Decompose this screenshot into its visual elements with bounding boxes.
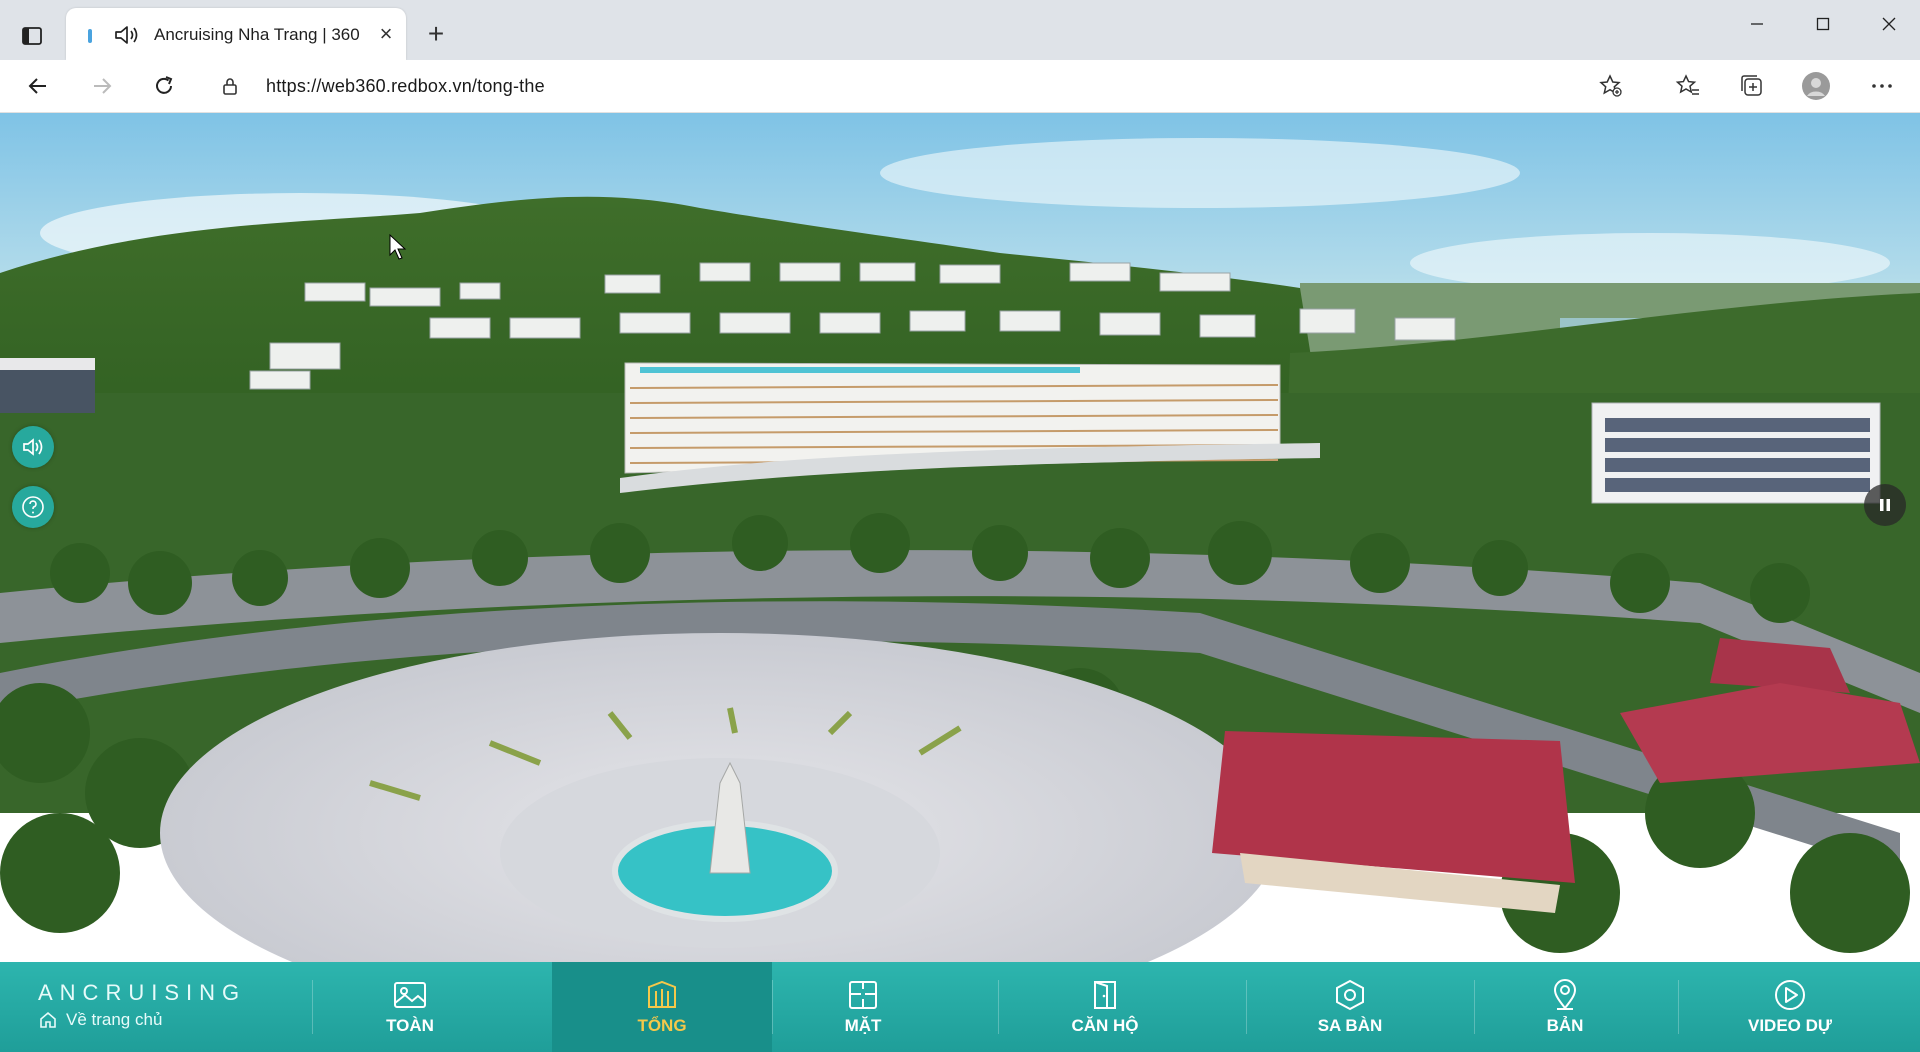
map-pin-icon (1548, 978, 1582, 1012)
cloud (880, 138, 1520, 208)
model-icon (1333, 978, 1367, 1012)
home-link[interactable]: Về trang chủ (38, 1010, 298, 1030)
arrow-left-icon (28, 78, 46, 94)
collections-button[interactable] (1734, 68, 1770, 104)
image-icon (393, 978, 427, 1012)
add-favorite-icon[interactable] (1598, 73, 1624, 99)
browser-toolbar: https://web360.redbox.vn/tong-the (0, 60, 1920, 113)
browser-tab[interactable]: Ancruising Nha Trang | 360 × (66, 8, 406, 60)
maximize-button[interactable] (1800, 8, 1846, 40)
panorama-viewer[interactable] (0, 113, 1920, 962)
avatar (1802, 72, 1830, 100)
nav-item-mat[interactable]: MẶT (790, 962, 936, 1052)
nav-item-sa-ban[interactable]: SA BÀN (1280, 962, 1420, 1052)
nav-divider (1474, 980, 1475, 1034)
nav-divider (772, 980, 773, 1034)
nav-divider (998, 980, 999, 1034)
nav-item-label: VIDEO DỰ (1747, 1016, 1832, 1035)
resort-aerial-render (0, 113, 1920, 962)
profile-button[interactable] (1798, 68, 1834, 104)
nav-item-video[interactable]: VIDEO DỰ (1720, 962, 1860, 1052)
back-button[interactable] (20, 68, 56, 104)
tab-actions-icon (22, 27, 42, 45)
favorites-star-icon (1675, 74, 1699, 95)
speaker-icon (23, 438, 43, 456)
more-icon (1872, 84, 1892, 88)
tab-loading-icon (88, 29, 92, 43)
refresh-icon (156, 76, 173, 94)
favorites-button[interactable] (1670, 68, 1706, 104)
sound-toggle-button[interactable] (12, 426, 54, 468)
left-building-roof (0, 358, 95, 370)
address-bar[interactable]: https://web360.redbox.vn/tong-the (206, 66, 1646, 106)
question-icon (22, 496, 44, 518)
pause-icon (1880, 499, 1890, 511)
nav-item-label: BẢN (1546, 1016, 1584, 1035)
home-link-label: Về trang chủ (66, 1010, 163, 1029)
speaker-icon[interactable] (114, 24, 140, 46)
nav-item-tong[interactable]: TỔNG (552, 962, 772, 1052)
refresh-button[interactable] (146, 68, 182, 104)
forward-button[interactable] (84, 68, 120, 104)
nav-item-label: CĂN HỘ (1071, 1016, 1139, 1035)
collections-icon (1741, 75, 1762, 96)
browser-tab-bar: Ancruising Nha Trang | 360 × + (0, 0, 1920, 60)
nav-divider (1678, 980, 1679, 1034)
tab-close-button[interactable]: × (374, 21, 398, 46)
minimize-icon (1751, 23, 1763, 25)
door-icon (1088, 978, 1122, 1012)
maximize-icon (1816, 17, 1830, 31)
nav-item-toan[interactable]: TOÀN (340, 962, 480, 1052)
nav-item-can-ho[interactable]: CĂN HỘ (1030, 962, 1180, 1052)
tab-actions-button[interactable] (14, 18, 50, 54)
play-icon (1773, 978, 1807, 1012)
nav-item-label: TOÀN (386, 1016, 434, 1035)
settings-more-button[interactable] (1864, 68, 1900, 104)
tab-title: Ancruising Nha Trang | 360 (154, 25, 360, 44)
red-roof-hall (1212, 731, 1575, 913)
nav-item-label: SA BÀN (1317, 1016, 1383, 1035)
left-building (0, 368, 95, 413)
building-icon (645, 978, 679, 1012)
pause-button[interactable] (1864, 484, 1906, 526)
brand-logo-text: ANCRUISING (38, 980, 247, 1005)
lock-icon[interactable] (220, 76, 240, 96)
minimize-button[interactable] (1734, 8, 1780, 40)
url-text[interactable]: https://web360.redbox.vn/tong-the (266, 76, 545, 97)
arrow-right-icon (94, 78, 112, 94)
nav-item-label: MẶT (844, 1016, 882, 1035)
nav-item-label: TỔNG (637, 1016, 687, 1035)
floorplan-icon (846, 978, 880, 1012)
right-building (1591, 402, 1881, 504)
brand-block: ANCRUISING Về trang chủ (38, 980, 298, 1030)
close-window-button[interactable] (1866, 8, 1912, 40)
help-button[interactable] (12, 486, 54, 528)
home-icon (40, 1011, 56, 1028)
nav-divider (312, 980, 313, 1034)
nav-item-ban[interactable]: BẢN (1500, 962, 1630, 1052)
close-icon (1882, 17, 1896, 31)
new-tab-button[interactable]: + (420, 18, 452, 50)
nav-divider (1246, 980, 1247, 1034)
bottom-navigation: ANCRUISING Về trang chủ TOÀN TỔNG MẶT CĂ… (0, 962, 1920, 1052)
